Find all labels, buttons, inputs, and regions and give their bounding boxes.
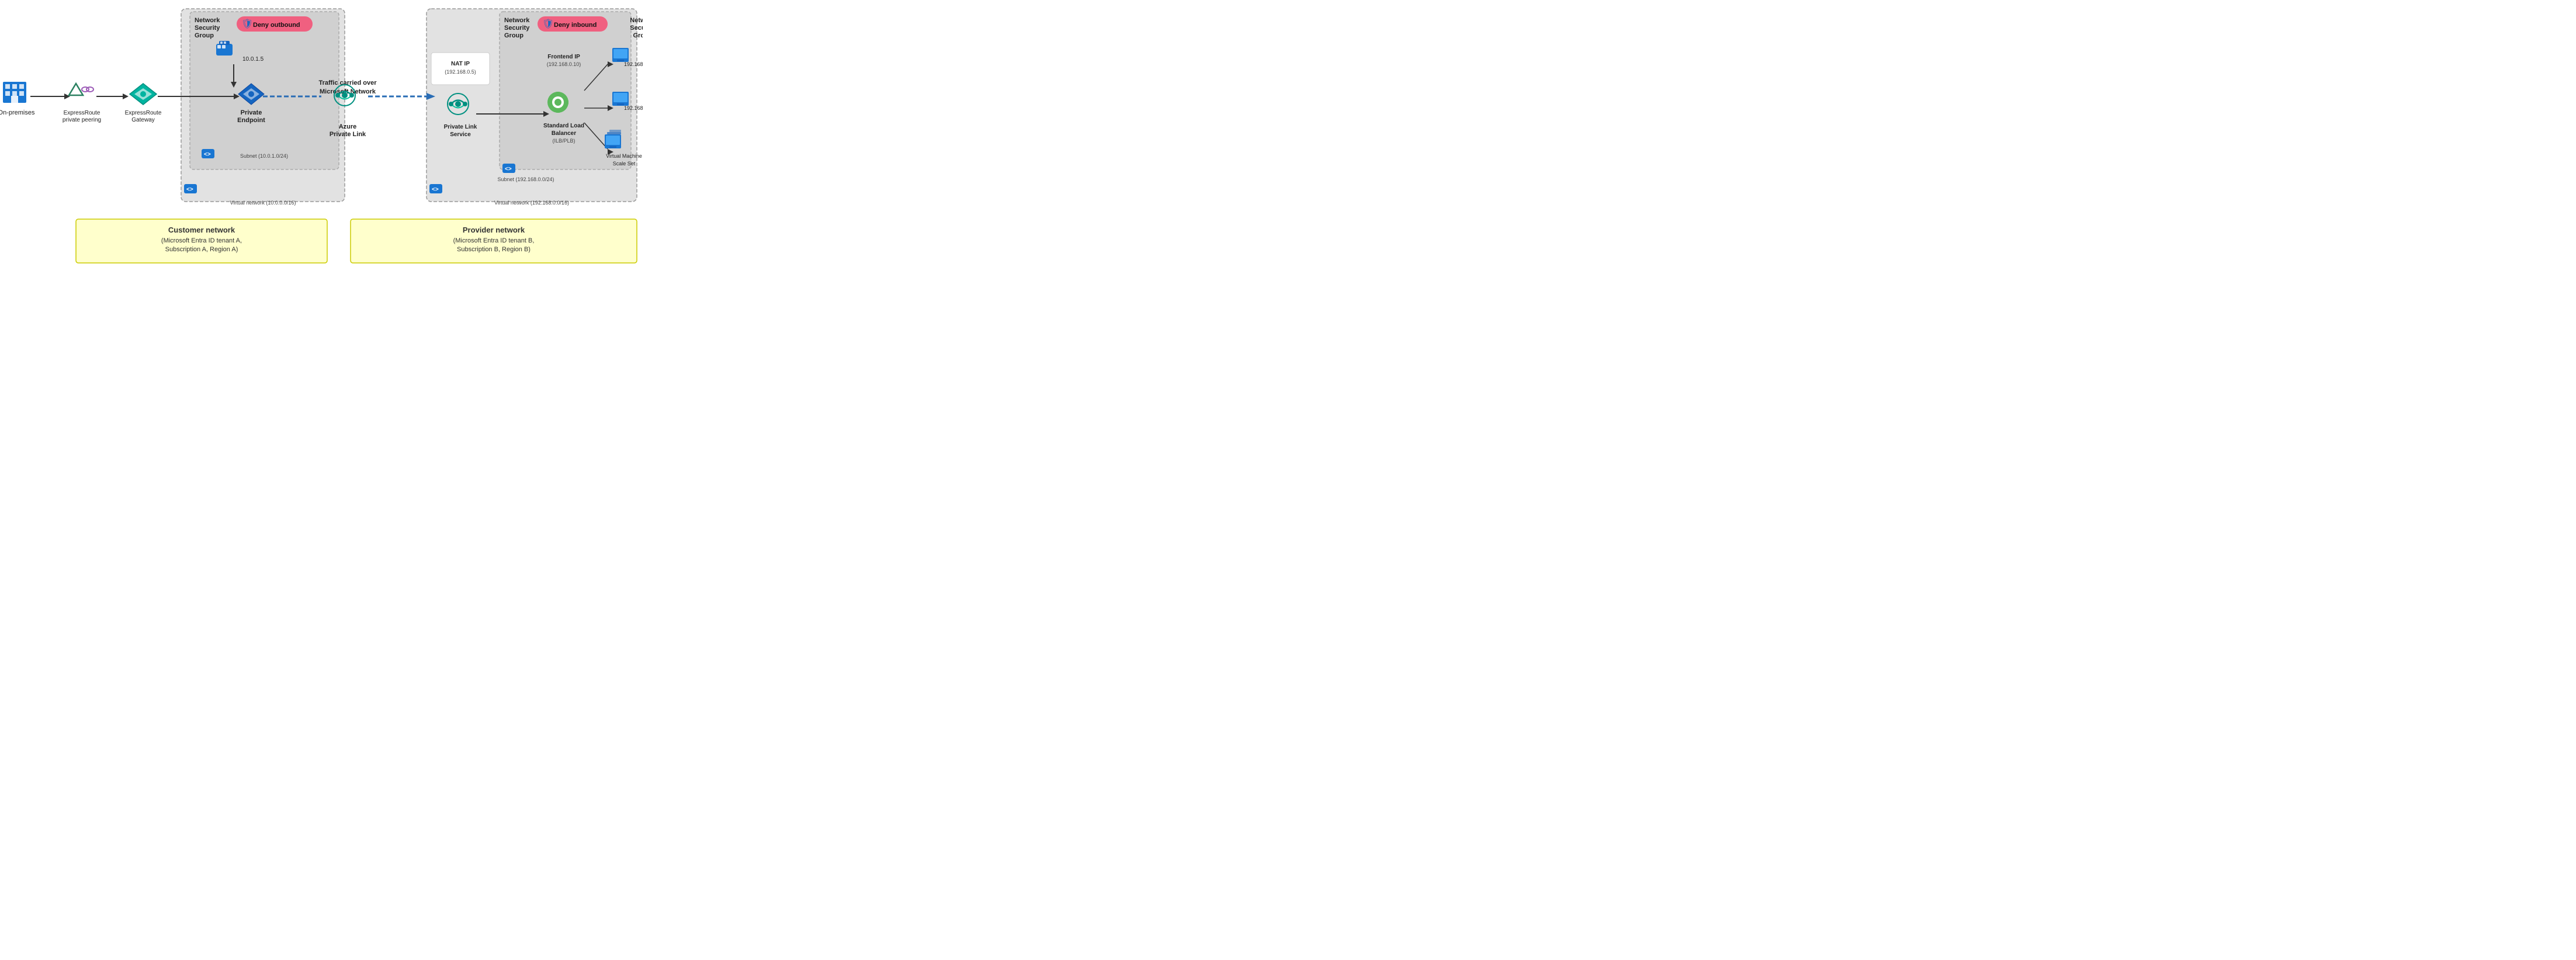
- private-link-service-label-2: Service: [450, 131, 471, 138]
- expressroute-gateway-label: ExpressRoute: [125, 110, 162, 116]
- azure-private-link-label: Azure: [339, 123, 357, 130]
- expressroute-gateway-label-2: Gateway: [131, 117, 154, 123]
- provider-network-sub-1: (Microsoft Entra ID tenant B,: [453, 237, 535, 244]
- expressroute-gateway-icon: [130, 84, 157, 105]
- vm-scale-set-icon: [605, 130, 621, 148]
- frontend-ip-sub-label: (192.168.0.10): [547, 61, 581, 67]
- private-link-service-label: Private Link: [444, 124, 477, 130]
- subnet-icon-customer: <>: [202, 149, 214, 158]
- vm-scale-set-label-2: Scale Set: [613, 161, 636, 167]
- nsg-label-provider-3: Group: [633, 32, 643, 39]
- nsg-p-2: Security: [504, 25, 530, 32]
- ip-label-10015: 10.0.1.5: [242, 56, 264, 63]
- svg-text:🛡: 🛡: [542, 19, 554, 29]
- diagram-container: Network Security Group Network Security …: [0, 0, 643, 269]
- svg-text:<>: <>: [204, 151, 211, 158]
- svg-text:<>: <>: [186, 186, 193, 193]
- vm-icon-1: [612, 48, 629, 62]
- nsg-label-customer-3: Group: [195, 32, 214, 39]
- customer-network-sub-2: Subscription A, Region A): [165, 246, 238, 253]
- lb-icon: [547, 92, 568, 113]
- nat-ip-sub-label: (192.168.0.5): [445, 69, 476, 75]
- subnet-provider-label: Subnet (192.168.0.0/24): [497, 176, 554, 182]
- nsg-label-customer: Network: [195, 17, 220, 24]
- vnet-icon-provider: <>: [429, 184, 442, 193]
- lb-label-3: (ILB/PLB): [552, 138, 575, 144]
- nsg-label-provider: Network: [630, 17, 643, 24]
- vnet-icon-customer: <>: [184, 184, 197, 193]
- vm-ip-1-label: 192.168.0.1: [624, 61, 643, 67]
- lb-label-2: Balancer: [552, 130, 576, 137]
- vm-icon-2: [612, 92, 629, 106]
- azure-private-link-label-2: Private Link: [330, 131, 366, 138]
- expressroute-peering-label-2: private peering: [63, 117, 101, 123]
- subnet-customer-label: Subnet (10.0.1.0/24): [240, 153, 288, 159]
- private-endpoint-label-2: Endpoint: [237, 117, 265, 124]
- frontend-ip-label: Frontend IP: [547, 54, 580, 60]
- nsg-label-provider-2: Security: [630, 25, 643, 32]
- arrow-2-head: [123, 93, 129, 99]
- deny-outbound-text: Deny outbound: [253, 22, 300, 29]
- on-premises-label: On-premises: [0, 109, 35, 116]
- deny-inbound-text: Deny inbound: [554, 22, 597, 29]
- building-icon: [3, 82, 26, 103]
- nsg-label-customer-2: Security: [195, 25, 220, 32]
- private-endpoint-label: Private: [241, 109, 262, 116]
- svg-text:<>: <>: [432, 186, 439, 193]
- expressroute-peering-label: ExpressRoute: [64, 110, 100, 116]
- lb-label: Standard Load: [543, 123, 584, 129]
- provider-network-sub-2: Subscription B, Region B): [457, 246, 531, 253]
- nsg-p-1: Network: [504, 17, 530, 24]
- provider-network-title: Provider network: [463, 226, 525, 234]
- nat-ip-label: NAT IP: [451, 61, 470, 67]
- customer-network-sub-1: (Microsoft Entra ID tenant A,: [161, 237, 242, 244]
- vm-scale-set-label: Virtual Machine: [606, 153, 642, 159]
- vm-ip-2-label: 192.168.0.2: [624, 105, 643, 111]
- svg-text:🛡: 🛡: [241, 19, 253, 29]
- nsg-p-3: Group: [504, 32, 523, 39]
- subnet-icon-provider: <>: [502, 164, 515, 173]
- customer-network-title: Customer network: [168, 226, 235, 234]
- svg-text:<>: <>: [505, 166, 512, 172]
- vnet-provider-label: Virtual network (192.168.0.0/16): [494, 200, 569, 206]
- expressroute-peering-icon: [69, 84, 93, 95]
- vnet-customer-label: Virtual network (10.0.0.0/16): [230, 200, 296, 206]
